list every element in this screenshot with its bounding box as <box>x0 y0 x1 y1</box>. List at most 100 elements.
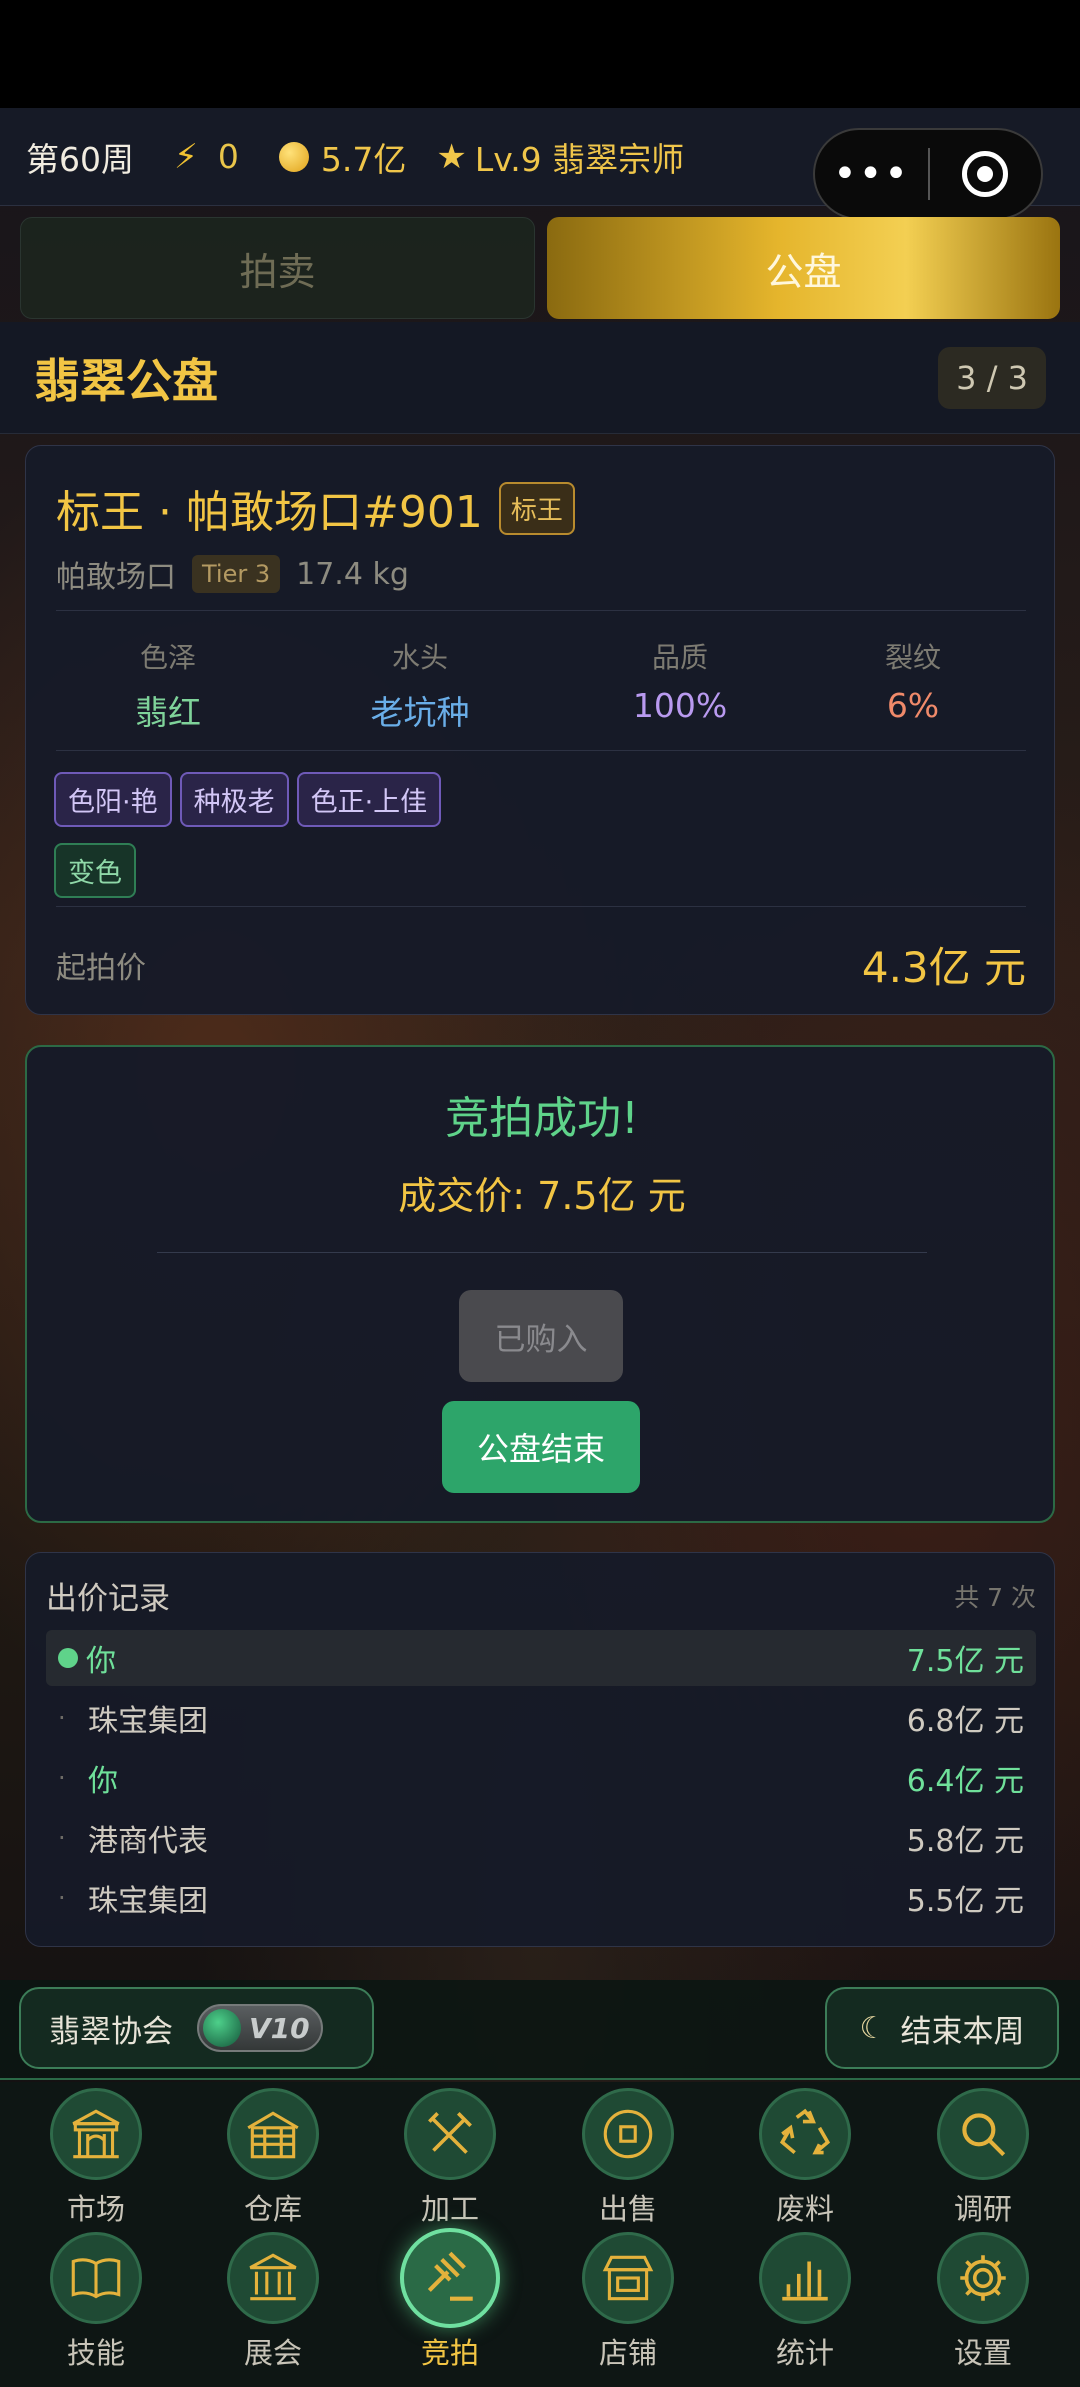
nav-bidding[interactable]: 竞拍 <box>390 2228 510 2372</box>
bidder-name: 你 <box>86 1644 116 1679</box>
bullet-icon: · <box>58 1704 66 1732</box>
nav-statistics[interactable]: 统计 <box>745 2232 865 2372</box>
moon-icon: ☾ <box>859 2010 887 2046</box>
bidder-name: 珠宝集团 <box>88 1884 208 1919</box>
bid-amount: 5.8亿 元 <box>906 1824 1024 1859</box>
stat-crack: 裂纹 6% <box>800 636 1026 734</box>
lot-weight: 17.4 kg <box>296 556 409 592</box>
lot-title-row: 标王 · 帕敢场口#901 标王 <box>56 476 575 540</box>
bid-history-card: 出价记录 共 7 次 你 7.5亿 元 · 珠宝集团 6.8亿 元 · 你 6.… <box>25 1552 1055 1947</box>
bar-chart-icon <box>759 2232 851 2324</box>
end-week-button[interactable]: ☾ 结束本周 <box>825 1987 1059 2069</box>
bid-list: 你 7.5亿 元 · 珠宝集团 6.8亿 元 · 你 6.4亿 元 · 港商代表… <box>46 1630 1036 1930</box>
bid-history-header: 出价记录 共 7 次 <box>46 1573 1036 1618</box>
tag-chip: 变色 <box>54 843 136 898</box>
nav-warehouse[interactable]: 仓库 <box>213 2088 333 2228</box>
bolt-icon: ⚡ <box>174 136 198 177</box>
bid-row: · 你 6.4亿 元 <box>46 1750 1036 1806</box>
bid-amount: 6.4亿 元 <box>906 1764 1024 1799</box>
divider <box>157 1252 927 1253</box>
stat-label: 裂纹 <box>884 641 941 674</box>
bid-row: · 港商代表 5.8亿 元 <box>46 1810 1036 1866</box>
bid-row: · 珠宝集团 6.8亿 元 <box>46 1690 1036 1746</box>
divider <box>56 906 1026 907</box>
tag-chip: 色正·上佳 <box>296 772 442 827</box>
nav-research[interactable]: 调研 <box>923 2088 1043 2228</box>
nav-settings[interactable]: 设置 <box>923 2232 1043 2372</box>
gear-icon <box>937 2232 1029 2324</box>
coin-icon <box>278 141 309 172</box>
auction-result-card: 竞拍成功! 成交价: 7.5亿 元 已购入 公盘结束 <box>25 1045 1055 1523</box>
tier-badge: Tier 3 <box>192 555 281 593</box>
association-label: 翡翠协会 <box>49 2013 173 2050</box>
lot-meta: 帕敢场口 Tier 3 17.4 kg <box>56 552 409 596</box>
warehouse-icon <box>227 2088 319 2180</box>
top-lot-badge: 标王 <box>498 481 575 535</box>
close-target-icon[interactable] <box>930 151 1041 197</box>
bought-button[interactable]: 已购入 <box>459 1290 623 1382</box>
nav-label: 竞拍 <box>420 2336 479 2370</box>
week-label: 第60周 <box>26 139 134 179</box>
nav-sell[interactable]: 出售 <box>568 2088 688 2228</box>
lot-tags: 色阳·艳 种极老 色正·上佳 变色 <box>54 772 654 898</box>
nav-label: 仓库 <box>243 2192 302 2226</box>
stat-label: 品质 <box>651 641 708 674</box>
stat-color: 色泽 翡红 <box>56 636 280 734</box>
tag-chip: 种极老 <box>179 772 289 827</box>
more-icon[interactable]: ••• <box>815 154 928 194</box>
association-button[interactable]: 翡翠协会 V10 <box>19 1987 374 2069</box>
gavel-icon <box>400 2228 500 2328</box>
nav-shop[interactable]: 店铺 <box>568 2232 688 2372</box>
bullet-icon: · <box>58 1764 66 1792</box>
lot-card: 标王 · 帕敢场口#901 标王 帕敢场口 Tier 3 17.4 kg 色泽 … <box>25 445 1055 1015</box>
tab-public-sale[interactable]: 公盘 <box>547 217 1060 319</box>
nav-scrap[interactable]: 废料 <box>745 2088 865 2228</box>
start-price-row: 起拍价 4.3亿 元 <box>56 934 1026 995</box>
bullet-icon: · <box>58 1824 66 1852</box>
end-week-label: 结束本周 <box>900 2013 1025 2050</box>
bid-row: · 珠宝集团 5.5亿 元 <box>46 1870 1036 1926</box>
stat-value: 翡红 <box>135 693 201 732</box>
bid-amount: 6.8亿 元 <box>906 1704 1024 1739</box>
tab-auction[interactable]: 拍卖 <box>20 217 535 319</box>
bid-amount: 5.5亿 元 <box>906 1884 1024 1919</box>
nav-label: 出售 <box>598 2192 657 2226</box>
bullet-icon: · <box>58 1884 66 1912</box>
nav-label: 店铺 <box>598 2336 657 2370</box>
bottom-nav: 市场 仓库 加工 出售 废料 调研 技能 展会 竞拍 店铺 统计 设置 <box>0 2082 1080 2387</box>
start-price-value: 4.3亿 元 <box>861 943 1026 992</box>
museum-icon <box>227 2232 319 2324</box>
vip-badge: V10 <box>197 2004 323 2052</box>
nav-label: 调研 <box>953 2192 1012 2226</box>
stat-value: 老坑种 <box>370 693 470 732</box>
stat-label: 水头 <box>391 641 448 674</box>
money-value: 5.7亿 <box>320 139 407 179</box>
lot-origin: 帕敢场口 <box>56 560 176 595</box>
tools-icon <box>404 2088 496 2180</box>
nav-skills[interactable]: 技能 <box>36 2232 156 2372</box>
nav-label: 统计 <box>775 2336 834 2370</box>
recycle-icon <box>759 2088 851 2180</box>
nav-processing[interactable]: 加工 <box>390 2088 510 2228</box>
bidder-name: 你 <box>88 1764 118 1799</box>
bidder-name: 珠宝集团 <box>88 1704 208 1739</box>
nav-label: 加工 <box>420 2192 479 2226</box>
lot-name: 标王 · 帕敢场口#901 <box>56 487 483 538</box>
nav-exhibition[interactable]: 展会 <box>213 2232 333 2372</box>
energy-value: 0 <box>217 137 239 176</box>
end-sale-button[interactable]: 公盘结束 <box>442 1401 640 1493</box>
mode-tabs: 拍卖 公盘 <box>20 217 1060 321</box>
divider <box>56 610 1026 611</box>
divider <box>56 750 1026 751</box>
start-price-label: 起拍价 <box>56 950 146 986</box>
bidder-name: 港商代表 <box>88 1824 208 1859</box>
nav-market[interactable]: 市场 <box>36 2088 156 2228</box>
action-bar: 翡翠协会 V10 ☾ 结束本周 <box>0 1980 1080 2080</box>
star-icon: ★ <box>436 136 467 177</box>
bid-history-title: 出价记录 <box>46 1581 170 1617</box>
vip-level: V10 <box>249 2011 310 2045</box>
coin-icon <box>582 2088 674 2180</box>
tag-chip: 色阳·艳 <box>54 772 172 827</box>
magnifier-icon <box>937 2088 1029 2180</box>
section-header: 翡翠公盘 3 / 3 <box>0 322 1080 434</box>
